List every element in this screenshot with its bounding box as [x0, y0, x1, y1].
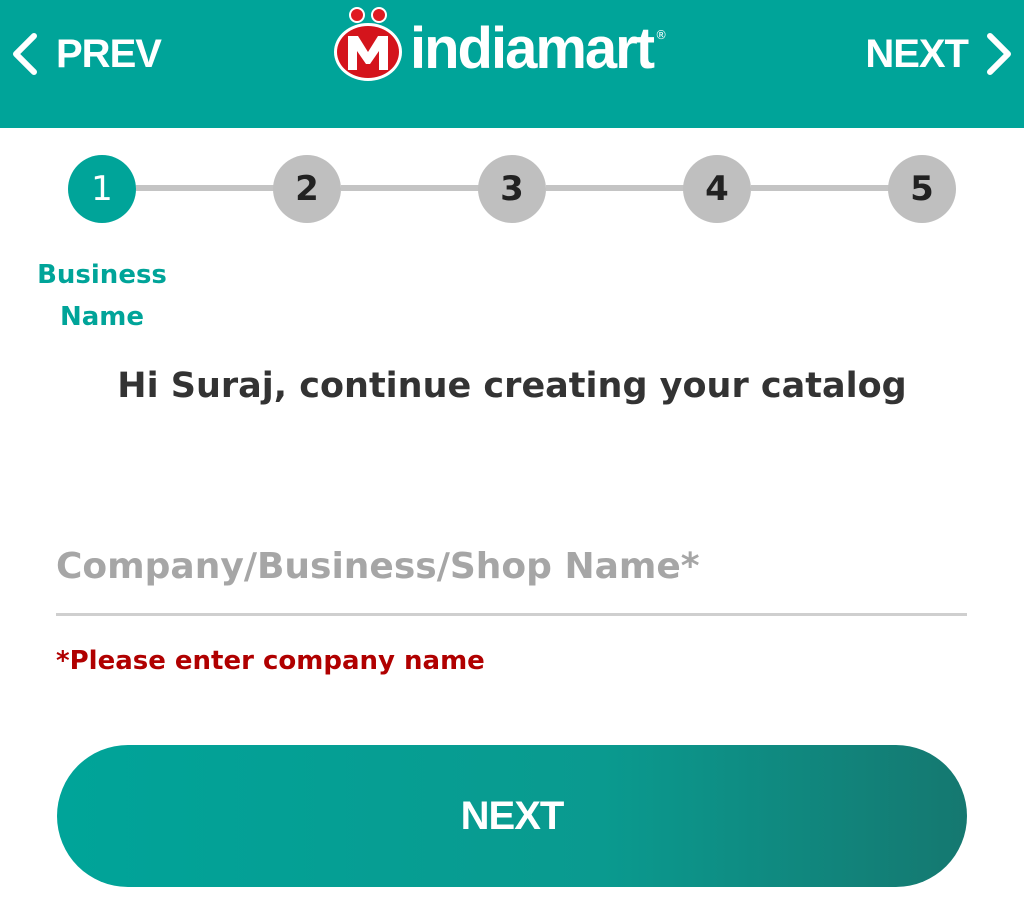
step-connector — [546, 185, 684, 191]
step-1: 1 — [68, 155, 136, 223]
greeting-text: Hi Suraj, continue creating your catalog — [117, 366, 907, 406]
step-3: 3 — [478, 155, 546, 223]
step-2: 2 — [273, 155, 341, 223]
active-step-label-line1: Business — [37, 260, 167, 290]
step-connector — [751, 185, 889, 191]
company-name-error: *Please enter company name — [56, 646, 485, 676]
progress-stepper: 1 2 3 4 5 Business Name — [0, 0, 1024, 340]
active-step-label-line2: Name — [59, 302, 145, 332]
step-5: 5 — [888, 155, 956, 223]
step-connector — [341, 185, 479, 191]
company-name-input[interactable] — [56, 520, 967, 616]
step-4: 4 — [683, 155, 751, 223]
next-button[interactable]: NEXT — [57, 745, 967, 887]
active-step-label: Business Name — [20, 254, 184, 338]
step-connector — [136, 185, 274, 191]
